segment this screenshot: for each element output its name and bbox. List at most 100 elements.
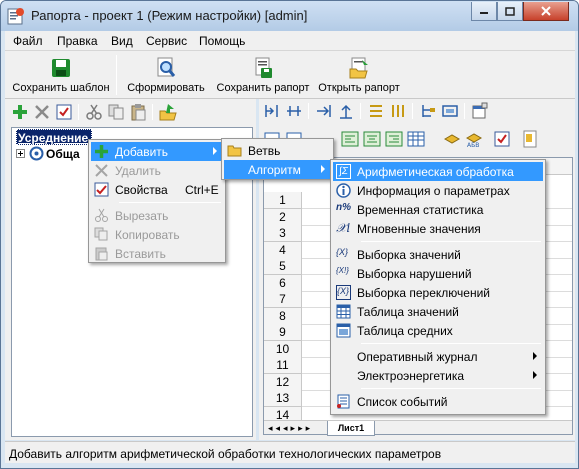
algorithm-submenu: ∫Σ Арифметическая обработка Информация о…	[330, 159, 546, 415]
row-header[interactable]: 3	[264, 225, 302, 242]
close-icon	[541, 6, 551, 16]
menu-item-copy-label: Копировать	[115, 228, 180, 242]
tree-node-child-label[interactable]: Обща	[46, 147, 80, 161]
menu-item-violation-selection[interactable]: {X!} Выборка нарушений	[333, 264, 543, 283]
save-template-button[interactable]: Сохранить шаблон	[9, 53, 113, 97]
menu-item-properties[interactable]: Свойства Ctrl+E	[91, 180, 223, 199]
split-tool-icon[interactable]	[285, 102, 303, 120]
row-header[interactable]: 13	[264, 390, 302, 407]
menu-item-add[interactable]: Добавить	[91, 142, 223, 161]
arrow-right-tool-icon[interactable]	[315, 102, 333, 120]
minimize-button[interactable]	[471, 2, 497, 21]
window-tool-icon[interactable]	[471, 102, 489, 120]
menu-item-delete-label: Удалить	[115, 164, 161, 178]
table-icon	[336, 304, 351, 319]
row-header[interactable]: 5	[264, 258, 302, 275]
toolbar-separator	[78, 104, 79, 120]
row-header[interactable]: 9	[264, 324, 302, 341]
sort-tool-icon[interactable]	[367, 102, 385, 120]
menu-view[interactable]: Вид	[111, 34, 133, 48]
menu-item-operational-log[interactable]: Оперативный журнал	[333, 347, 543, 366]
row-header[interactable]: 1	[264, 192, 302, 209]
delete-icon	[95, 164, 108, 177]
row-header[interactable]: 12	[264, 373, 302, 391]
menu-item-param-info[interactable]: Информация о параметрах	[333, 181, 543, 200]
toolbar-separator	[308, 103, 309, 119]
menu-item-paste[interactable]: Вставить	[91, 244, 223, 263]
menu-item-instant-values-label: Мгновенные значения	[357, 222, 481, 236]
align-center-icon[interactable]	[363, 130, 381, 148]
menu-item-power-engineering[interactable]: Электроэнергетика	[333, 366, 543, 385]
properties-icon[interactable]	[55, 103, 73, 121]
menu-item-values-table[interactable]: Таблица значений	[333, 302, 543, 321]
add-icon[interactable]	[11, 103, 29, 121]
page-tool-icon[interactable]	[521, 130, 539, 148]
info-icon	[336, 183, 351, 198]
averages-table-icon	[336, 323, 351, 338]
frame-tool-icon[interactable]	[441, 102, 459, 120]
arrow-up-tool-icon[interactable]	[337, 102, 355, 120]
delete-icon[interactable]	[33, 103, 51, 121]
align-left-icon[interactable]	[341, 130, 359, 148]
save-template-label: Сохранить шаблон	[12, 82, 110, 94]
menu-separator	[361, 343, 541, 344]
paste-icon[interactable]	[129, 103, 147, 121]
save-report-icon	[255, 57, 272, 78]
columns-tool-icon[interactable]	[389, 102, 407, 120]
context-menu: Добавить Удалить Свойства Ctrl+E Вырезат…	[88, 139, 226, 263]
menu-item-averages-table[interactable]: Таблица средних	[333, 321, 543, 340]
menu-item-value-selection[interactable]: {X} Выборка значений	[333, 245, 543, 264]
main-toolbar: Сохранить шаблон Сформировать Сохранить …	[5, 51, 575, 99]
menu-item-paste-label: Вставить	[115, 247, 166, 261]
menu-item-branch[interactable]: Ветвь	[224, 141, 331, 160]
row-header[interactable]: 8	[264, 307, 302, 325]
row-header[interactable]: 4	[264, 241, 302, 259]
check-tool-icon[interactable]	[493, 130, 511, 148]
save-report-button[interactable]: Сохранить рапорт	[211, 53, 315, 97]
menu-item-averages-table-label: Таблица средних	[357, 324, 453, 338]
close-button[interactable]	[523, 2, 569, 21]
menu-item-arithmetic[interactable]: ∫Σ Арифметическая обработка	[333, 162, 543, 181]
toolbar-separator	[116, 55, 117, 95]
menu-item-instant-values[interactable]: 𝒳i Мгновенные значения	[333, 219, 543, 238]
generate-button[interactable]: Сформировать	[123, 53, 209, 97]
abc-tool-icon[interactable]: АБВ	[465, 130, 483, 148]
link-tool-icon[interactable]	[443, 130, 461, 148]
menu-item-violation-selection-label: Выборка нарушений	[357, 267, 472, 281]
row-header[interactable]: 2	[264, 208, 302, 226]
menu-edit[interactable]: Правка	[57, 34, 98, 48]
table-tool-icon[interactable]	[407, 130, 425, 148]
cut-icon[interactable]	[85, 103, 103, 121]
copy-icon[interactable]	[107, 103, 125, 121]
export-icon[interactable]	[159, 103, 177, 121]
sheet-tab[interactable]: Лист1	[327, 421, 375, 436]
menu-service[interactable]: Сервис	[146, 34, 187, 48]
tree-node-root[interactable]: Усреднение	[16, 129, 92, 145]
row-header[interactable]: 6	[264, 274, 302, 292]
row-header[interactable]: 10	[264, 340, 302, 358]
menu-item-switch-selection[interactable]: {X} Выборка переключений	[333, 283, 543, 302]
tree-tool-icon[interactable]	[419, 102, 437, 120]
menu-item-delete[interactable]: Удалить	[91, 161, 223, 180]
sheet-nav-arrows[interactable]: ◂◂◂▸▸▸	[268, 423, 313, 434]
align-right-icon[interactable]	[385, 130, 403, 148]
menu-item-algorithm-label: Алгоритм	[248, 163, 301, 177]
menu-help[interactable]: Помощь	[199, 34, 245, 48]
open-report-button[interactable]: Открыть рапорт	[315, 53, 403, 97]
menu-item-algorithm[interactable]: Алгоритм	[224, 160, 331, 179]
row-header[interactable]: 11	[264, 357, 302, 374]
expand-icon[interactable]	[16, 149, 25, 158]
align-tool-icon[interactable]	[263, 102, 281, 120]
event-list-icon	[337, 394, 350, 409]
xi-icon: 𝒳i	[336, 221, 351, 235]
maximize-button[interactable]	[497, 2, 523, 21]
menu-item-event-list[interactable]: Список событий	[333, 392, 543, 411]
menu-file[interactable]: Файл	[13, 34, 43, 48]
menu-item-copy[interactable]: Копировать	[91, 225, 223, 244]
menu-item-properties-shortcut: Ctrl+E	[185, 183, 219, 197]
menu-item-cut-label: Вырезать	[115, 209, 169, 223]
row-header[interactable]: 7	[264, 291, 302, 308]
menu-item-time-stats[interactable]: n% Временная статистика	[333, 200, 543, 219]
menu-item-cut[interactable]: Вырезать	[91, 206, 223, 225]
open-report-label: Открыть рапорт	[318, 82, 400, 94]
